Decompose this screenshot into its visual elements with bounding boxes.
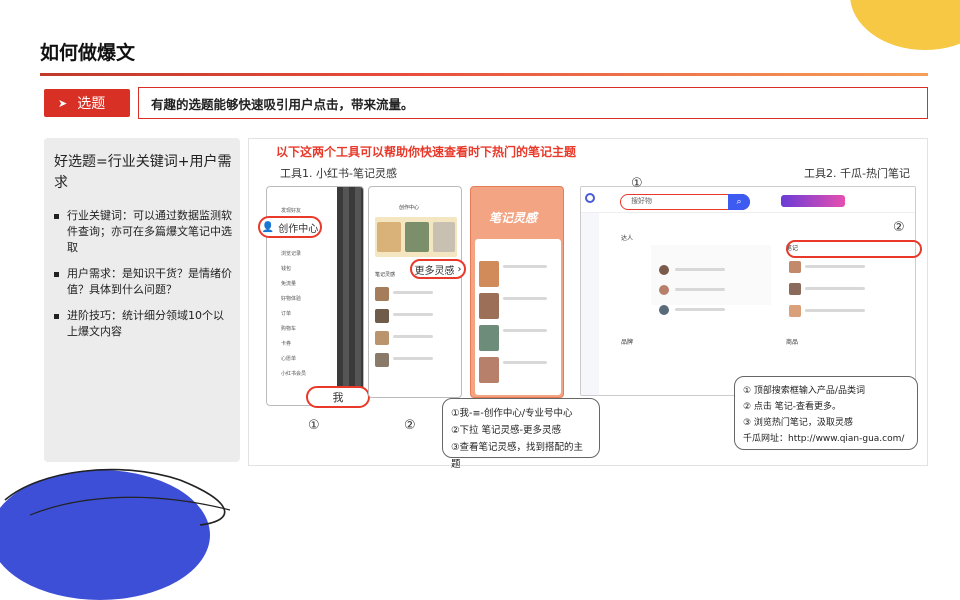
menu-item[interactable]: 免流量: [281, 277, 306, 292]
avatar: [659, 305, 669, 315]
more-inspiration-label: 更多灵感: [414, 265, 455, 277]
logo-icon: [585, 193, 595, 203]
qiangua-steps-callout: ① 顶部搜索框输入产品/品类词 ② 点击 笔记-查看更多。 ③ 浏览热门笔记，汲…: [734, 376, 918, 450]
section-tagline: 有趣的选题能够快速吸引用户点击，带来流量。: [138, 87, 928, 119]
tools-headline: 以下这两个工具可以帮助你快速查看时下热门的笔记主题: [276, 145, 577, 159]
thumb-image: [479, 293, 499, 319]
text-line: [805, 287, 865, 290]
thumb-image: [375, 353, 389, 367]
kol-section-label: 达人: [621, 235, 634, 242]
text-line: [805, 265, 865, 268]
menu-item[interactable]: 订单: [281, 307, 306, 322]
avatar: [659, 285, 669, 295]
qg-step-marker-1: ①: [631, 176, 643, 191]
thumb-image: [479, 325, 499, 351]
text-line: [393, 335, 433, 338]
thumb-image: [405, 222, 429, 252]
thumb-image: [377, 222, 401, 252]
goods-section-label: 商品: [786, 339, 799, 346]
formula-card: 好选题=行业关键词+用户需求 行业关键词：可以通过数据监测软件查询；亦可在多篇爆…: [44, 138, 240, 462]
thumb-image: [433, 222, 455, 252]
text-line: [503, 297, 547, 300]
formula-heading: 好选题=行业关键词+用户需求: [54, 154, 232, 191]
thumb-image: [479, 261, 499, 287]
user-icon: 👤: [261, 221, 275, 233]
tool1-label: 工具1. 小红书-笔记灵感: [280, 167, 397, 180]
thumb-image: [789, 283, 801, 295]
step-text: ②下拉 笔记灵感-更多灵感: [451, 425, 561, 436]
bullet-icon: [54, 314, 59, 319]
step-text: ② 点击 笔记-查看更多。: [743, 402, 842, 412]
menu-item[interactable]: 钱包: [281, 262, 306, 277]
menu-item[interactable]: 卡券: [281, 337, 306, 352]
menu-list: 浏览记录 钱包 免流量 好物体验 订单 购物车 卡券 心愿单 小红书会员: [281, 247, 306, 382]
menu-item[interactable]: 心愿单: [281, 352, 306, 367]
section-tag-label: 选题: [77, 96, 106, 112]
kol-list: [651, 245, 771, 305]
menu-item[interactable]: 好物体验: [281, 292, 306, 307]
thumb-image: [375, 287, 389, 301]
thumb-image: [789, 261, 801, 273]
menu-item[interactable]: 浏览记录: [281, 247, 306, 262]
thumb-image: [789, 305, 801, 317]
title-rule: [40, 73, 928, 76]
menu-item[interactable]: 发现好友: [281, 207, 301, 214]
page-title: 如何做爆文: [40, 42, 136, 64]
bullet-text: 行业关键词：可以通过数据监测软件查询；亦可在多篇爆文笔记中选取: [67, 209, 232, 254]
arrow-icon: ➤: [58, 96, 68, 110]
text-line: [675, 308, 725, 311]
qiangua-window: 达人 笔记 品牌 商品: [580, 186, 916, 396]
thumb-image: [375, 331, 389, 345]
creator-center-highlight[interactable]: 👤 创作中心: [258, 216, 322, 238]
bullet-icon: [54, 214, 59, 219]
step-marker-1: ①: [308, 418, 320, 433]
thumb-image: [375, 309, 389, 323]
me-tab-highlight[interactable]: 我: [306, 386, 370, 408]
avatar: [659, 265, 669, 275]
bullet-item: 用户需求：是知识干货？是情绪价值？具体到什么问题？: [54, 266, 232, 298]
step-text: ① 顶部搜索框输入产品/品类词: [743, 386, 865, 396]
bullet-text: 进阶技巧：统计细分领域10个以上爆文内容: [67, 309, 224, 338]
step-marker-2: ②: [404, 418, 416, 433]
tool2-label: 工具2. 千瓜-热门笔记: [804, 167, 910, 180]
qg-step-marker-2: ②: [893, 220, 905, 235]
notes-more-highlight[interactable]: [786, 240, 922, 258]
text-line: [503, 265, 547, 268]
bullet-text: 用户需求：是知识干货？是情绪价值？具体到什么问题？: [67, 267, 232, 296]
text-line: [393, 357, 433, 360]
thumb-image: [479, 357, 499, 383]
bullet-item: 行业关键词：可以通过数据监测软件查询；亦可在多篇爆文笔记中选取: [54, 208, 232, 256]
text-line: [393, 291, 433, 294]
step-text: ③ 浏览热门笔记，汲取灵感: [743, 418, 853, 428]
brand-section-label: 品牌: [621, 339, 634, 346]
step-text: ③查看笔记灵感，找到搭配的主题: [451, 442, 584, 470]
more-inspiration-highlight[interactable]: 更多灵感 ›: [410, 259, 466, 279]
text-line: [503, 361, 547, 364]
qiangua-sidebar: [581, 213, 599, 395]
qiangua-url-link[interactable]: 千瓜网址：http://www.qian-gua.com/: [743, 431, 909, 447]
section-label: 笔记灵感: [375, 272, 396, 278]
screen-title: 创作中心: [399, 205, 420, 211]
text-line: [675, 268, 725, 271]
phone-screen-creator: 创作中心 笔记灵感: [368, 186, 462, 398]
step-text: ①我-≡-创作中心/专业号中心: [451, 408, 573, 419]
bullet-icon: [54, 272, 59, 277]
inspiration-banner: 笔记灵感: [489, 211, 538, 225]
search-icon[interactable]: ⌕: [728, 194, 750, 210]
phone-screen-inspiration: 笔记灵感: [470, 186, 564, 398]
xhs-steps-callout: ①我-≡-创作中心/专业号中心 ②下拉 笔记灵感-更多灵感 ③查看笔记灵感，找到…: [442, 398, 600, 470]
menu-item[interactable]: 小红书会员: [281, 367, 306, 382]
section-tag: ➤ 选题: [44, 89, 130, 117]
text-line: [805, 309, 865, 312]
bullet-item: 进阶技巧：统计细分领域10个以上爆文内容: [54, 308, 232, 340]
text-line: [675, 288, 725, 291]
blurred-area: [337, 187, 363, 405]
chevron-right-icon: ›: [457, 263, 462, 275]
decor-yellow-circle: [850, 0, 960, 50]
text-line: [503, 329, 547, 332]
text-line: [393, 313, 433, 316]
creator-center-label: 创作中心: [278, 223, 319, 235]
promo-banner: [781, 195, 845, 207]
menu-item[interactable]: 购物车: [281, 322, 306, 337]
